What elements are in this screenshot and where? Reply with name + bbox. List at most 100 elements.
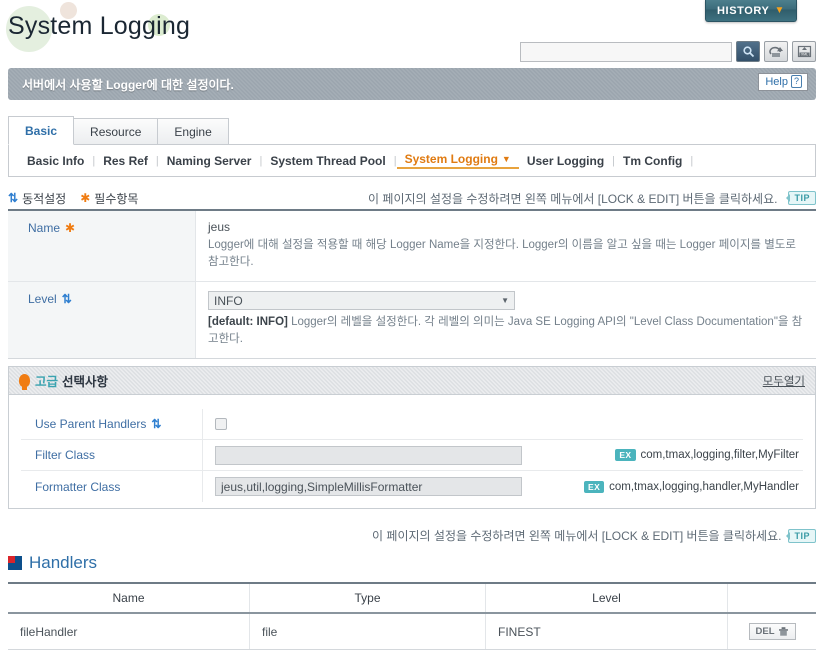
advanced-input-wrap: EX com,tmax,logging,handler,MyHandler — [203, 477, 803, 496]
subnav-label: Res Ref — [103, 153, 148, 168]
sub-navigation: Basic Info | Res Ref | Naming Server | S… — [8, 145, 816, 177]
name-value: jeus — [208, 220, 231, 234]
subnav-item-system-thread-pool[interactable]: System Thread Pool — [262, 154, 393, 168]
tab-basic[interactable]: Basic — [8, 116, 75, 145]
refresh-icon: ⇅ — [8, 191, 19, 205]
chevron-down-icon: ▼ — [501, 154, 511, 164]
formatter-class-input[interactable] — [215, 477, 522, 496]
system-logging-page: System Logging HISTORY ▼ XML 서버에서 사용할 Lo… — [0, 0, 824, 656]
level-default-tag: [default: INFO] — [208, 316, 288, 328]
page-title: System Logging — [8, 12, 191, 40]
history-button-label: HISTORY — [717, 4, 770, 17]
subnav-label: System Logging — [404, 152, 498, 166]
question-mark-icon: ? — [790, 75, 802, 88]
subnav-separator: | — [690, 154, 694, 167]
cell-actions: DEL — [728, 614, 816, 649]
advanced-panel-body: Use Parent Handlers ⇅ Filter Class EX co… — [9, 395, 815, 508]
subnav-label: User Logging — [526, 153, 605, 168]
form-label-level: Level ⇅ — [8, 282, 196, 358]
legend-dynamic: ⇅ 동적설정 — [8, 190, 66, 207]
column-header-type: Type — [250, 584, 486, 612]
help-button[interactable]: Help ? — [758, 73, 808, 91]
subnav-item-naming-server[interactable]: Naming Server — [159, 154, 260, 168]
delete-button[interactable]: DEL — [748, 623, 796, 640]
cell-type: file — [250, 614, 486, 649]
form-value-level: INFO ▼ [default: INFO] Logger의 레벨을 설정한다.… — [196, 282, 816, 358]
subnav-label: Basic Info — [27, 153, 85, 168]
handlers-table: Name Type Level fileHandler file FINEST … — [8, 582, 816, 650]
tab-engine-label: Engine — [174, 124, 212, 139]
tab-bar: Basic Resource Engine — [8, 116, 229, 145]
legend-required-label: 필수항목 — [94, 191, 139, 206]
form-row-name: Name ✱ jeus Logger에 대해 설정을 적용할 때 해당 Logg… — [8, 211, 816, 282]
bulb-icon — [19, 374, 30, 390]
subnav-item-basic-info[interactable]: Basic Info — [19, 154, 92, 168]
advanced-title-rest: 선택사항 — [62, 375, 109, 389]
handlers-section-title: Handlers — [8, 553, 97, 573]
export-icon — [768, 46, 783, 57]
form-row-level: Level ⇅ INFO ▼ [default: INFO] Logger의 레… — [8, 282, 816, 358]
expand-all-link[interactable]: 모두열기 — [763, 373, 805, 389]
column-header-level: Level — [486, 584, 728, 612]
advanced-label-text: Use Parent Handlers — [35, 417, 147, 431]
xml-upload-icon: XML — [797, 45, 811, 58]
tab-resource[interactable]: Resource — [73, 118, 159, 145]
level-description-text: Logger의 레벨을 설정한다. 각 레벨의 의미는 Java SE Logg… — [208, 316, 803, 345]
advanced-row-filter-class: Filter Class EX com,tmax,logging,filter,… — [21, 440, 803, 471]
history-button[interactable]: HISTORY ▼ — [705, 0, 797, 22]
tab-engine[interactable]: Engine — [157, 118, 229, 145]
tab-basic-label: Basic — [25, 123, 58, 138]
subnav-item-user-logging[interactable]: User Logging — [519, 154, 612, 168]
svg-text:XML: XML — [801, 52, 808, 56]
subnav-label: System Thread Pool — [270, 153, 386, 168]
advanced-label-text: Filter Class — [35, 448, 96, 462]
handlers-title-text: Handlers — [29, 553, 98, 572]
square-logo-icon — [8, 556, 22, 570]
page-header: System Logging HISTORY ▼ XML — [0, 0, 824, 62]
description-text: 서버에서 사용할 Logger에 대한 설정이다. — [22, 77, 234, 92]
search-input[interactable] — [520, 41, 732, 62]
lock-edit-note-text: 이 페이지의 설정을 수정하려면 왼쪽 메뉴에서 [LOCK & EDIT] 버… — [368, 191, 778, 206]
legend-required: ✱ 필수항목 — [80, 190, 138, 207]
subnav-item-system-logging[interactable]: System Logging ▼ — [396, 152, 519, 169]
advanced-label-text: Formatter Class — [35, 479, 121, 494]
column-header-actions — [728, 584, 816, 612]
tab-resource-label: Resource — [90, 124, 142, 139]
export-button[interactable] — [764, 41, 788, 62]
form-label-name: Name ✱ — [8, 211, 196, 281]
legend-dynamic-label: 동적설정 — [22, 191, 67, 206]
trash-icon — [778, 627, 788, 636]
advanced-input-wrap — [203, 418, 803, 430]
use-parent-handlers-checkbox[interactable] — [215, 418, 227, 430]
filter-class-input[interactable] — [215, 445, 522, 465]
tip-badge[interactable]: TIP — [788, 528, 816, 543]
footer-lock-edit-note: 이 페이지의 설정을 수정하려면 왼쪽 메뉴에서 [LOCK & EDIT] 버… — [8, 527, 816, 544]
advanced-title-accent: 고급 — [35, 375, 59, 389]
search-icon — [742, 46, 754, 58]
formatter-class-example: EX com,tmax,logging,handler,MyHandler — [584, 480, 803, 493]
chevron-down-icon: ▼ — [501, 296, 509, 305]
advanced-panel-header: 고급 선택사항 모두열기 — [9, 367, 815, 395]
form-label-text: Name — [28, 221, 61, 235]
tip-badge[interactable]: TIP — [788, 191, 816, 205]
level-select[interactable]: INFO ▼ — [208, 291, 515, 310]
xml-upload-button[interactable]: XML — [792, 41, 816, 62]
advanced-row-formatter-class: Formatter Class EX com,tmax,logging,hand… — [21, 471, 803, 502]
search-button[interactable] — [736, 41, 760, 62]
example-badge: EX — [615, 449, 636, 461]
advanced-panel: 고급 선택사항 모두열기 Use Parent Handlers ⇅ Filte… — [8, 366, 816, 509]
subnav-item-tm-config[interactable]: Tm Config — [615, 154, 690, 168]
example-badge: EX — [584, 480, 605, 493]
advanced-label-use-parent-handlers: Use Parent Handlers ⇅ — [21, 409, 203, 439]
basic-form-table: Name ✱ jeus Logger에 대해 설정을 적용할 때 해당 Logg… — [8, 211, 816, 359]
refresh-icon: ⇅ — [151, 417, 162, 431]
legend-row: ⇅ 동적설정 ✱ 필수항목 이 페이지의 설정을 수정하려면 왼쪽 메뉴에서 [… — [8, 186, 816, 210]
table-row[interactable]: fileHandler file FINEST DEL — [8, 614, 816, 650]
form-label-text: Level — [28, 292, 57, 306]
column-header-name: Name — [8, 584, 250, 612]
cell-name: fileHandler — [8, 614, 250, 649]
asterisk-icon: ✱ — [80, 191, 91, 205]
subnav-item-res-ref[interactable]: Res Ref — [95, 154, 156, 168]
level-selected-value: INFO — [214, 293, 243, 308]
delete-button-label: DEL — [755, 626, 775, 637]
